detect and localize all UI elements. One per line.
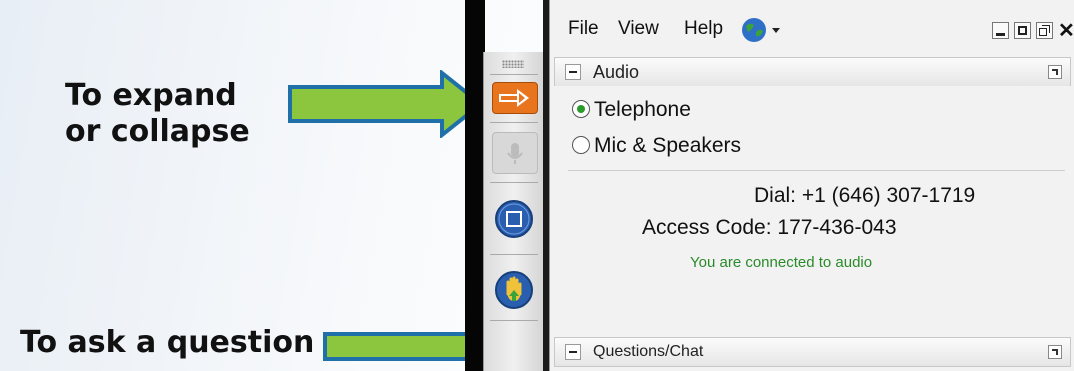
- divider: [490, 182, 538, 183]
- audio-title: Audio: [593, 62, 640, 82]
- menu-bar: File View Help ✕: [550, 0, 1074, 52]
- dial-number: Dial: +1 (646) 307-1719: [754, 184, 976, 207]
- collapse-icon[interactable]: [565, 64, 581, 80]
- minimize-button[interactable]: [992, 22, 1009, 39]
- popout-icon[interactable]: [1048, 65, 1062, 79]
- collapse-icon[interactable]: [565, 344, 581, 360]
- close-icon[interactable]: ✕: [1058, 18, 1074, 43]
- radio-unselected-icon[interactable]: [572, 136, 590, 154]
- mic-speakers-label: Mic & Speakers: [594, 134, 742, 157]
- microphone-icon: [507, 143, 523, 164]
- popout-icon[interactable]: [1048, 345, 1062, 359]
- microphone-button[interactable]: [492, 132, 538, 174]
- screen-icon: [495, 200, 533, 238]
- expand-caption: To expand or collapse: [65, 78, 250, 149]
- questions-title: Questions/Chat: [593, 343, 704, 360]
- divider: [490, 74, 538, 75]
- audio-header[interactable]: Audio: [554, 57, 1071, 87]
- radio-selected-icon[interactable]: [572, 100, 590, 118]
- toolbar-grip[interactable]: [502, 60, 524, 68]
- divider: [490, 254, 538, 255]
- expand-arrow: [288, 70, 485, 138]
- audio-body: Telephone Mic & Speakers Dial: +1 (646) …: [554, 86, 1071, 326]
- questions-header[interactable]: Questions/Chat: [554, 337, 1071, 367]
- access-code: Access Code: 177-436-043: [642, 216, 897, 239]
- maximize-button[interactable]: [1014, 22, 1031, 39]
- arrow-right-icon: [499, 89, 529, 107]
- control-panel: File View Help ✕ Audio Telephone Mic & S…: [549, 0, 1074, 371]
- telephone-option[interactable]: Telephone: [572, 98, 691, 122]
- telephone-label: Telephone: [594, 98, 691, 121]
- menu-help[interactable]: Help: [684, 18, 723, 40]
- question-caption: To ask a question: [20, 325, 315, 360]
- menu-view[interactable]: View: [618, 18, 659, 40]
- globe-icon[interactable]: [738, 16, 788, 44]
- audio-status: You are connected to audio: [690, 254, 873, 271]
- expand-collapse-button[interactable]: [492, 82, 538, 114]
- control-toolbar: [483, 52, 544, 371]
- raise-hand-icon: [495, 271, 533, 309]
- divider: [490, 122, 538, 123]
- raise-hand-button[interactable]: [492, 268, 536, 309]
- divider: [490, 320, 538, 321]
- restore-button[interactable]: [1036, 22, 1053, 39]
- mic-speakers-option[interactable]: Mic & Speakers: [572, 134, 741, 158]
- divider: [568, 170, 1065, 171]
- background-strip: [465, 0, 485, 371]
- screen-button[interactable]: [492, 197, 536, 238]
- menu-file[interactable]: File: [568, 18, 599, 40]
